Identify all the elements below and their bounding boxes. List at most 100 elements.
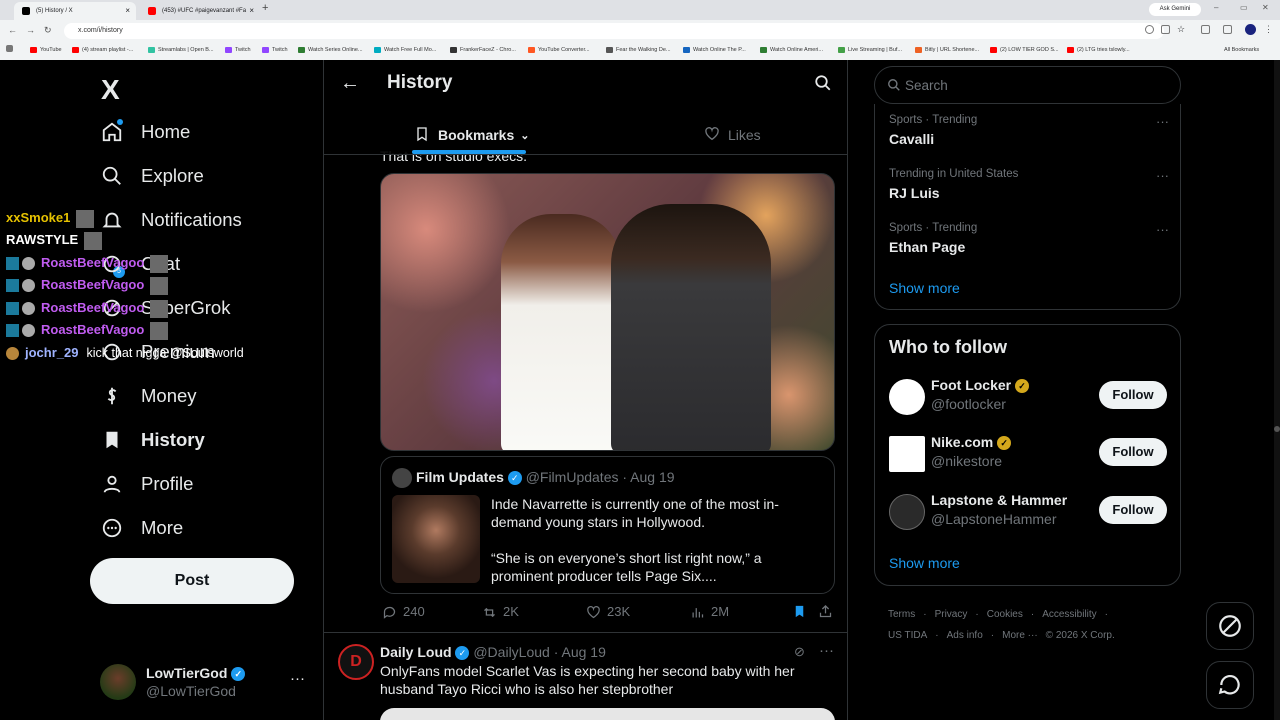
extensions-icon[interactable] (1201, 25, 1210, 34)
close-window-icon[interactable]: ✕ (1262, 3, 1269, 12)
bookmark-item[interactable]: Live Streaming | Buf... (838, 45, 902, 55)
bookmark-item[interactable]: FrankerFaceZ - Chro... (450, 45, 516, 55)
minimize-icon[interactable]: – (1214, 3, 1218, 12)
trend-more-icon[interactable]: ··· (1156, 114, 1169, 129)
footer-link[interactable]: Accessibility (1042, 609, 1096, 620)
follow-suggestion[interactable]: Foot Locker ✓ @footlocker Follow (889, 375, 1169, 419)
cast-icon[interactable] (1161, 25, 1170, 34)
page-scrollbar[interactable] (1274, 60, 1280, 720)
nav-item-profile[interactable]: Profile (100, 462, 193, 506)
suggestion-name-row: Foot Locker ✓ (931, 377, 1030, 394)
bookmark-item[interactable]: Watch Free Full Mo... (374, 45, 436, 55)
bookmark-label: Watch Free Full Mo... (384, 47, 437, 53)
follow-button[interactable]: Follow (1099, 381, 1167, 409)
footer-link[interactable]: Terms (888, 609, 915, 620)
apps-grid-icon[interactable] (6, 45, 13, 52)
nav-item-money[interactable]: Money (100, 374, 197, 418)
bookmark-item[interactable]: Watch Online Ameri... (760, 45, 823, 55)
footer-link[interactable]: US TIDA (888, 630, 927, 641)
nav-item-explore[interactable]: Explore (100, 154, 204, 198)
footer-link[interactable]: More ··· (1002, 630, 1038, 641)
bookmark-item[interactable]: Twitch (262, 45, 288, 55)
sidepanel-icon[interactable] (1223, 25, 1232, 34)
avatar[interactable]: D (338, 644, 374, 680)
tab-bookmarks[interactable]: Bookmarks ⌄ (414, 116, 529, 154)
address-bar[interactable]: x.com/i/history (64, 23, 1164, 39)
chat-username: RoastBeefVagoo (41, 277, 145, 292)
tab-title: (453) #UFC #paigevanzant #Fa (162, 8, 247, 14)
star-icon[interactable]: ☆ (1177, 25, 1186, 34)
scrollbar-thumb[interactable] (1274, 426, 1280, 432)
tab-close-icon[interactable]: × (125, 2, 130, 20)
maximize-icon[interactable]: ▭ (1240, 3, 1248, 12)
follow-suggestion[interactable]: Nike.com ✓ @nikestore Follow (889, 432, 1169, 476)
trend-meta: Sports · Trending (889, 222, 978, 234)
nav-item-history[interactable]: History (100, 418, 205, 462)
bookmark-item[interactable]: Twitch (225, 45, 251, 55)
bookmark-item[interactable]: Bitly | URL Shortene... (915, 45, 979, 55)
avatar (100, 664, 136, 700)
new-tab-button[interactable]: + (262, 2, 268, 14)
reload-icon[interactable]: ↻ (44, 25, 52, 36)
grok-explain-icon[interactable]: ⊘ (794, 644, 805, 660)
zoom-icon[interactable] (1145, 25, 1154, 34)
all-bookmarks-link[interactable]: All Bookmarks (1224, 45, 1259, 55)
grok-float-button[interactable] (1206, 602, 1254, 650)
forward-nav-icon[interactable]: → (26, 25, 35, 35)
share-button[interactable] (818, 604, 833, 622)
footer-link[interactable]: Cookies (987, 609, 1023, 620)
browser-tab-youtube[interactable]: (453) #UFC #paigevanzant #Fa × (140, 2, 260, 20)
search-icon[interactable] (814, 74, 832, 92)
bookmark-item[interactable]: YouTube (30, 45, 62, 55)
x-logo-icon[interactable]: X (101, 74, 120, 106)
tab-likes[interactable]: Likes (704, 116, 761, 154)
post-date[interactable]: · Aug 19 (554, 644, 606, 660)
show-more-trends-link[interactable]: Show more (889, 280, 960, 296)
footer-link[interactable]: Ads info (947, 630, 983, 641)
post-button[interactable]: Post (90, 558, 294, 604)
back-nav-icon[interactable]: ← (8, 25, 17, 35)
post-media-image[interactable] (380, 173, 835, 451)
messages-float-button[interactable] (1206, 661, 1254, 709)
repost-button[interactable]: 2K (482, 604, 519, 620)
follow-button[interactable]: Follow (1099, 496, 1167, 524)
post-more-icon[interactable]: ··· (819, 642, 834, 659)
author-handle[interactable]: @DailyLoud (473, 644, 549, 660)
bookmark-item[interactable]: YouTube Converter... (528, 45, 590, 55)
author-name[interactable]: Daily Loud (380, 644, 452, 660)
follow-suggestion[interactable]: Lapstone & Hammer @LapstoneHammer Follow (889, 490, 1169, 534)
browser-tab-history[interactable]: (5) History / X × (14, 2, 136, 20)
nav-label: History (141, 429, 205, 450)
post-media-image[interactable] (380, 708, 835, 720)
reply-button[interactable]: 240 (382, 604, 425, 620)
footer-link[interactable]: Privacy (935, 609, 968, 620)
bookmark-item[interactable]: Watch Series Online... (298, 45, 363, 55)
bookmark-item[interactable]: (2) LTG tries tslowly... (1067, 45, 1130, 55)
trend-item[interactable]: Sports · Trending Cavalli ··· (889, 114, 1169, 147)
show-more-follow-link[interactable]: Show more (889, 555, 960, 571)
profile-avatar-icon[interactable] (1245, 24, 1256, 35)
quoted-post[interactable]: Film Updates ✓ @FilmUpdates · Aug 19 Ind… (380, 456, 835, 594)
ask-gemini-button[interactable]: Ask Gemini (1149, 3, 1201, 16)
search-input[interactable]: Search (874, 66, 1181, 104)
trend-item[interactable]: Trending in United States RJ Luis ··· (889, 168, 1169, 201)
tab-close-icon[interactable]: × (249, 2, 254, 20)
bookmark-item[interactable]: (2) LOW TIER GOD S... (990, 45, 1059, 55)
trend-item[interactable]: Sports · Trending Ethan Page ··· (889, 222, 1169, 255)
trend-more-icon[interactable]: ··· (1156, 168, 1169, 183)
account-switcher[interactable]: LowTierGod ✓ @LowTierGod ··· (100, 660, 310, 704)
bookmark-item[interactable]: Watch Online The P... (683, 45, 746, 55)
account-more-icon[interactable]: ··· (290, 670, 305, 687)
like-button[interactable]: 23K (586, 604, 630, 620)
follow-button[interactable]: Follow (1099, 438, 1167, 466)
nav-item-more[interactable]: More (100, 506, 183, 550)
views-button[interactable]: 2M (690, 604, 729, 620)
bookmark-item[interactable]: Fear the Walking De... (606, 45, 671, 55)
bookmark-item[interactable]: (4) stream playlist -... (72, 45, 133, 55)
bookmark-item[interactable]: Streamlabs | Open B... (148, 45, 214, 55)
trend-more-icon[interactable]: ··· (1156, 222, 1169, 237)
nav-item-home[interactable]: Home (100, 110, 190, 154)
back-arrow-icon[interactable]: ← (340, 72, 360, 95)
menu-kebab-icon[interactable]: ⋮ (1264, 24, 1273, 35)
bookmark-button[interactable] (792, 604, 807, 622)
